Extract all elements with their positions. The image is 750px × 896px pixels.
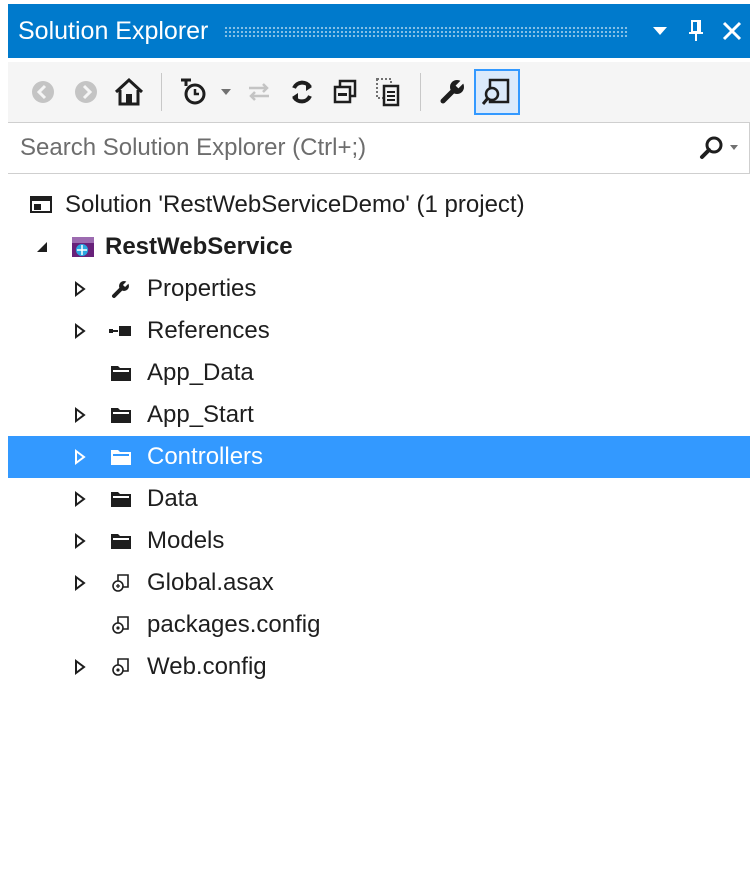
tree-item-label: Web.config: [147, 653, 267, 680]
references-icon: [108, 318, 134, 344]
sync-with-active-document-icon[interactable]: [238, 70, 280, 114]
folder-icon: [108, 360, 134, 386]
tree-item-properties[interactable]: Properties: [8, 268, 750, 310]
tree-item-web-config[interactable]: Web.config: [8, 646, 750, 688]
tree-item-references[interactable]: References: [8, 310, 750, 352]
expand-arrow-icon[interactable]: [70, 277, 90, 301]
close-icon[interactable]: [714, 4, 750, 58]
toolbar: [8, 62, 750, 122]
tree-item-data[interactable]: Data: [8, 478, 750, 520]
tree-item-packages-config[interactable]: packages.config: [8, 604, 750, 646]
collapse-all-icon[interactable]: [324, 70, 366, 114]
drag-grip[interactable]: [224, 25, 628, 37]
expand-arrow-icon[interactable]: [70, 445, 90, 469]
search-box: [8, 122, 750, 174]
show-all-files-icon[interactable]: [367, 70, 409, 114]
search-icon[interactable]: [689, 122, 749, 174]
toolbar-separator: [161, 73, 162, 111]
expand-arrow-icon[interactable]: [70, 403, 90, 427]
tree-item-label: Properties: [147, 275, 257, 302]
expand-arrow-icon[interactable]: [70, 571, 90, 595]
tree-item-label: Global.asax: [147, 569, 274, 596]
title-bar[interactable]: Solution Explorer: [8, 4, 750, 58]
properties-icon[interactable]: [431, 70, 473, 114]
tree-item-label: References: [147, 317, 270, 344]
expand-arrow-icon[interactable]: [70, 655, 90, 679]
folder-icon: [108, 486, 134, 512]
tree-item-label: App_Start: [147, 401, 254, 428]
folder-icon: [108, 528, 134, 554]
tree-item-app-start[interactable]: App_Start: [8, 394, 750, 436]
config-file-icon: [108, 612, 134, 638]
web-project-icon: [70, 234, 96, 260]
search-input[interactable]: [8, 134, 689, 162]
preview-selected-items-icon[interactable]: [474, 69, 520, 115]
forward-icon[interactable]: [65, 70, 107, 114]
pending-changes-filter-icon[interactable]: [172, 70, 214, 114]
tree-item-label: Models: [147, 527, 225, 554]
tree-item-label: Data: [147, 485, 198, 512]
home-icon[interactable]: [108, 70, 150, 114]
expand-arrow-icon[interactable]: [70, 319, 90, 343]
collapse-arrow-icon[interactable]: [32, 235, 52, 259]
config-file-icon: [108, 654, 134, 680]
window-position-dropdown-icon[interactable]: [642, 4, 678, 58]
project-label: RestWebService: [105, 233, 293, 260]
solution-tree: Solution 'RestWebServiceDemo' (1 project…: [8, 184, 750, 688]
refresh-icon[interactable]: [281, 70, 323, 114]
tree-project-node[interactable]: RestWebService: [8, 226, 750, 268]
tree-item-label: packages.config: [147, 611, 321, 638]
expand-arrow-icon[interactable]: [70, 529, 90, 553]
wrench-icon: [108, 276, 134, 302]
back-icon[interactable]: [22, 70, 64, 114]
tree-item-global-asax[interactable]: Global.asax: [8, 562, 750, 604]
tree-item-app-data[interactable]: App_Data: [8, 352, 750, 394]
solution-label: Solution 'RestWebServiceDemo' (1 project…: [65, 191, 525, 218]
expand-arrow-icon[interactable]: [70, 487, 90, 511]
tree-item-label: Controllers: [147, 443, 264, 470]
asax-file-icon: [108, 570, 134, 596]
folder-icon: [108, 402, 134, 428]
tree-item-label: App_Data: [147, 359, 254, 386]
solution-explorer-panel: Solution Explorer Search Solution Explor…: [0, 0, 750, 896]
tree-solution-node[interactable]: Solution 'RestWebServiceDemo' (1 project…: [8, 184, 750, 226]
panel-title: Solution Explorer: [18, 16, 209, 45]
toolbar-separator: [420, 73, 421, 111]
tree-item-controllers[interactable]: Controllers: [8, 436, 750, 478]
pin-icon[interactable]: [678, 4, 714, 58]
folder-icon: [108, 444, 134, 470]
tree-item-models[interactable]: Models: [8, 520, 750, 562]
dropdown-arrow-icon[interactable]: [215, 70, 237, 114]
solution-icon: [28, 192, 54, 218]
